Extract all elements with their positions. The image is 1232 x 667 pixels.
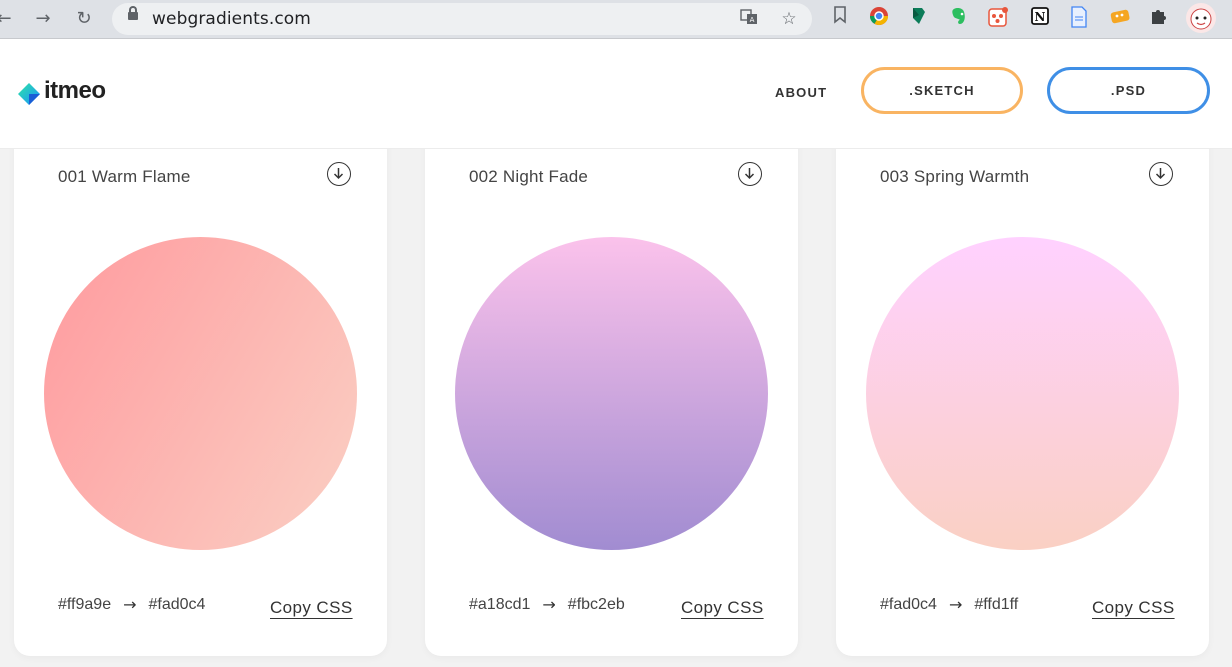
url-text[interactable]: webgradients.com <box>152 9 311 29</box>
color-from: #fad0c4 <box>880 595 937 613</box>
avatar[interactable] <box>1186 3 1216 33</box>
forward-icon[interactable]: → <box>31 7 55 31</box>
gradient-card: 001 Warm Flame #ff9a9e → #fad0c4 Copy CS… <box>14 120 387 656</box>
gradient-title: 002 Night Fade <box>469 167 589 186</box>
translate-icon[interactable]: A <box>738 8 760 30</box>
download-icon[interactable] <box>1149 162 1173 186</box>
browser-toolbar: ← → ↻ webgradients.com A ☆ N <box>0 0 1232 39</box>
copy-css-button[interactable]: Copy CSS <box>270 598 353 618</box>
gradient-title: 003 Spring Warmth <box>880 167 1030 186</box>
gradient-title: 001 Warm Flame <box>58 167 191 186</box>
site-header: itmeo ABOUT .SKETCH .PSD <box>0 39 1232 149</box>
download-icon[interactable] <box>327 162 351 186</box>
logo-text[interactable]: itmeo <box>44 77 106 105</box>
arrow-right-icon: → <box>123 595 137 614</box>
nav-about-link[interactable]: ABOUT <box>775 85 827 100</box>
copy-css-button[interactable]: Copy CSS <box>1092 598 1175 618</box>
svg-text:A: A <box>750 16 755 24</box>
copy-css-button[interactable]: Copy CSS <box>681 598 764 618</box>
itmeo-logo-icon[interactable] <box>18 83 40 105</box>
lock-icon[interactable] <box>128 6 138 20</box>
keyboard-ext-icon[interactable] <box>1109 6 1131 28</box>
sketch-download-button[interactable]: .SKETCH <box>861 67 1023 114</box>
evernote-icon[interactable] <box>948 6 970 28</box>
color-to: #fad0c4 <box>148 595 206 613</box>
gradient-card: 003 Spring Warmth #fad0c4 → #ffd1ff Copy… <box>836 120 1209 656</box>
copy-css-label[interactable]: Copy CSS <box>681 598 764 617</box>
gradient-colors: #fad0c4 → #ffd1ff <box>880 595 1018 614</box>
bookmark-icon[interactable] <box>829 6 851 28</box>
color-from: #ff9a9e <box>58 595 112 613</box>
color-to: #ffd1ff <box>974 595 1019 613</box>
gradient-preview[interactable] <box>455 237 768 550</box>
star-icon[interactable]: ☆ <box>778 8 800 30</box>
reload-icon[interactable]: ↻ <box>72 7 96 31</box>
back-icon[interactable]: ← <box>0 7 16 31</box>
gradient-preview[interactable] <box>866 237 1179 550</box>
gradient-preview[interactable] <box>44 237 357 550</box>
color-from: #a18cd1 <box>469 595 531 613</box>
puzzle-icon[interactable] <box>1148 6 1170 28</box>
color-to: #fbc2eb <box>567 595 625 613</box>
svg-text:N: N <box>1035 10 1046 24</box>
gradient-colors: #ff9a9e → #fad0c4 <box>58 595 205 614</box>
copy-css-label[interactable]: Copy CSS <box>1092 598 1175 617</box>
address-bar[interactable]: webgradients.com A ☆ <box>112 3 812 35</box>
pin-ext-icon[interactable] <box>908 6 930 28</box>
notion-icon[interactable]: N <box>1029 6 1051 28</box>
doc-ext-icon[interactable] <box>1068 6 1090 28</box>
psd-download-button[interactable]: .PSD <box>1047 67 1210 114</box>
copy-css-label[interactable]: Copy CSS <box>270 598 353 617</box>
gradient-card: 002 Night Fade #a18cd1 → #fbc2eb Copy CS… <box>425 120 798 656</box>
chrome-ext-icon[interactable] <box>868 6 890 28</box>
gradient-colors: #a18cd1 → #fbc2eb <box>469 595 625 614</box>
arrow-right-icon: → <box>948 595 963 614</box>
download-icon[interactable] <box>738 162 762 186</box>
arrow-right-icon: → <box>542 595 556 614</box>
people-ext-icon[interactable] <box>987 6 1009 28</box>
